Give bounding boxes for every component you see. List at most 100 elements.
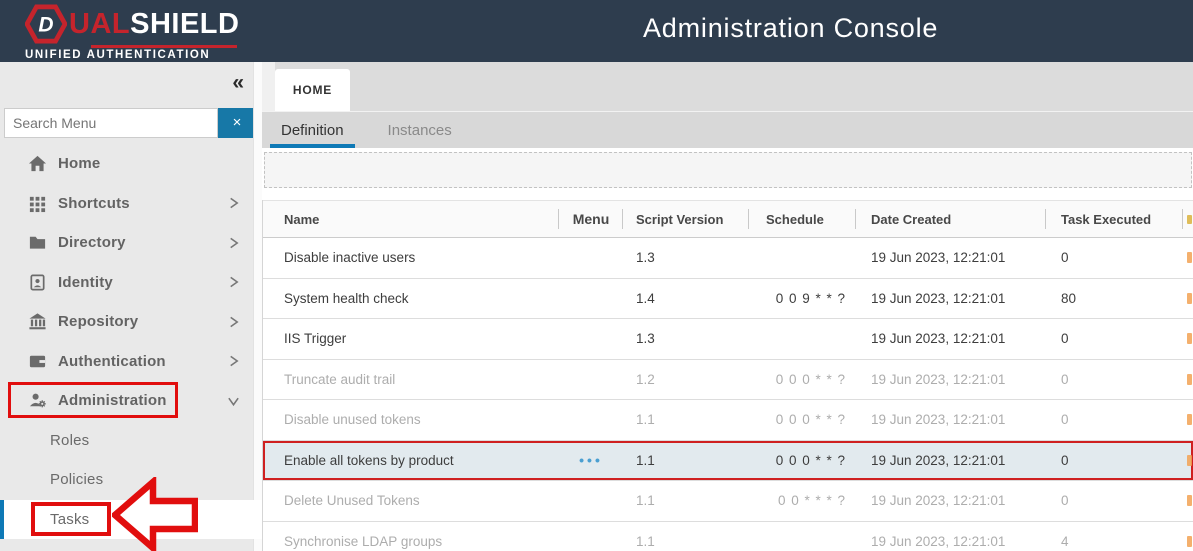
- sidebar: « × Home Shortcuts: [0, 62, 262, 551]
- tasks-table-body: Disable inactive users 1.3 19 Jun 2023, …: [263, 238, 1193, 551]
- tasks-table: Name Menu Script Version Schedule Date C…: [262, 200, 1193, 551]
- status-column-sliver: [1183, 400, 1193, 440]
- logo-hexagon-icon: D: [25, 4, 67, 44]
- sidebar-item-repository[interactable]: Repository: [0, 302, 262, 342]
- sidebar-item-label: Administration: [58, 392, 167, 409]
- script-version-cell: 1.1: [623, 400, 749, 440]
- sidebar-menu: Home Shortcuts Directory: [0, 138, 262, 539]
- sidebar-item-label: Home: [58, 155, 100, 172]
- task-name-cell: Truncate audit trail: [263, 360, 559, 400]
- sidebar-item-shortcuts[interactable]: Shortcuts: [0, 184, 262, 224]
- close-icon: ×: [233, 114, 242, 131]
- sidebar-item-label: Shortcuts: [58, 195, 130, 212]
- script-version-cell: 1.1: [623, 522, 749, 551]
- sidebar-item-directory[interactable]: Directory: [0, 223, 262, 263]
- table-row[interactable]: Delete Unused Tokens 1.1 0 0 * * * ? 19 …: [263, 481, 1193, 522]
- chevron-right-icon: [227, 315, 240, 328]
- task-name-cell: Disable inactive users: [263, 238, 559, 278]
- table-row[interactable]: Enable all tokens by product ••• 1.1 0 0…: [263, 441, 1193, 482]
- logo-subtitle: UNIFIED AUTHENTICATION: [25, 49, 240, 61]
- logo-hex-letter: D: [38, 14, 53, 37]
- script-version-cell: 1.3: [623, 238, 749, 278]
- date-created-cell: 19 Jun 2023, 12:21:01: [856, 400, 1046, 440]
- sidebar-item-tasks[interactable]: Tasks: [0, 500, 262, 540]
- schedule-cell: [749, 319, 856, 359]
- task-executed-cell: 0: [1046, 441, 1183, 481]
- schedule-cell: [749, 238, 856, 278]
- sidebar-item-roles[interactable]: Roles: [0, 421, 262, 461]
- search-input[interactable]: [4, 108, 218, 138]
- table-row[interactable]: Disable unused tokens 1.1 0 0 0 * * ? 19…: [263, 400, 1193, 441]
- sidebar-item-home[interactable]: Home: [0, 144, 262, 184]
- row-menu-dots[interactable]: [559, 319, 623, 359]
- status-column-sliver: [1183, 238, 1193, 278]
- page-title: Administration Console: [643, 13, 938, 44]
- date-created-cell: 19 Jun 2023, 12:21:01: [856, 360, 1046, 400]
- status-column-sliver: [1183, 319, 1193, 359]
- schedule-cell: 0 0 0 * * ?: [749, 360, 856, 400]
- table-row[interactable]: Disable inactive users 1.3 19 Jun 2023, …: [263, 238, 1193, 279]
- tab-home[interactable]: HOME: [275, 69, 350, 111]
- sidebar-item-authentication[interactable]: Authentication: [0, 342, 262, 382]
- status-column-sliver: [1183, 201, 1193, 237]
- script-version-cell: 1.1: [623, 441, 749, 481]
- date-created-cell: 19 Jun 2023, 12:21:01: [856, 441, 1046, 481]
- sidebar-item-policies[interactable]: Policies: [0, 460, 262, 500]
- schedule-cell: 0 0 0 * * ?: [749, 400, 856, 440]
- search-clear-button[interactable]: ×: [218, 108, 256, 138]
- sidebar-top-strip: «: [0, 62, 262, 108]
- sidebar-item-administration[interactable]: Administration: [0, 381, 262, 421]
- column-header-task-executed[interactable]: Task Executed: [1046, 201, 1183, 237]
- tasks-table-header: Name Menu Script Version Schedule Date C…: [263, 200, 1193, 238]
- grid-icon: [28, 194, 47, 213]
- table-row[interactable]: IIS Trigger 1.3 19 Jun 2023, 12:21:01 0: [263, 319, 1193, 360]
- column-header-name[interactable]: Name: [263, 201, 559, 237]
- tab-definition[interactable]: Definition: [270, 112, 355, 148]
- table-row[interactable]: Synchronise LDAP groups 1.1 19 Jun 2023,…: [263, 522, 1193, 551]
- script-version-cell: 1.1: [623, 481, 749, 521]
- row-menu-dots[interactable]: [559, 238, 623, 278]
- table-row[interactable]: System health check 1.4 0 0 9 * * ? 19 J…: [263, 279, 1193, 320]
- bank-icon: [28, 312, 47, 331]
- wallet-icon: [28, 352, 47, 371]
- window-tab-bar: HOME: [262, 62, 1193, 111]
- row-menu-dots[interactable]: [559, 279, 623, 319]
- sidebar-item-label: Policies: [50, 471, 103, 488]
- collapse-sidebar-icon[interactable]: «: [232, 72, 244, 93]
- task-name-cell: Synchronise LDAP groups: [263, 522, 559, 551]
- content-tab-bar: Definition Instances: [262, 111, 1193, 148]
- sidebar-item-label: Authentication: [58, 353, 166, 370]
- chevron-right-icon: [227, 355, 240, 368]
- task-executed-cell: 0: [1046, 481, 1183, 521]
- row-menu-dots[interactable]: •••: [559, 441, 623, 481]
- column-header-date-created[interactable]: Date Created: [856, 201, 1046, 237]
- date-created-cell: 19 Jun 2023, 12:21:01: [856, 319, 1046, 359]
- user-gear-icon: [28, 391, 47, 410]
- date-created-cell: 19 Jun 2023, 12:21:01: [856, 238, 1046, 278]
- task-executed-cell: 0: [1046, 360, 1183, 400]
- task-executed-cell: 0: [1046, 319, 1183, 359]
- date-created-cell: 19 Jun 2023, 12:21:01: [856, 522, 1046, 551]
- dualshield-logo: D UALSHIELD UNIFIED AUTHENTICATION: [25, 4, 240, 61]
- sidebar-item-label: Identity: [58, 274, 113, 291]
- table-row[interactable]: Truncate audit trail 1.2 0 0 0 * * ? 19 …: [263, 360, 1193, 401]
- task-name-cell: Delete Unused Tokens: [263, 481, 559, 521]
- column-header-script-version[interactable]: Script Version: [623, 201, 749, 237]
- row-menu-dots[interactable]: [559, 400, 623, 440]
- date-created-cell: 19 Jun 2023, 12:21:01: [856, 279, 1046, 319]
- chevron-right-icon: [227, 197, 240, 210]
- tab-instances[interactable]: Instances: [377, 112, 463, 148]
- row-menu-dots[interactable]: [559, 360, 623, 400]
- column-header-menu[interactable]: Menu: [559, 201, 623, 237]
- task-executed-cell: 4: [1046, 522, 1183, 551]
- id-card-icon: [28, 273, 47, 292]
- column-header-schedule[interactable]: Schedule: [749, 201, 856, 237]
- app-header: D UALSHIELD UNIFIED AUTHENTICATION Admin…: [0, 0, 1193, 62]
- sidebar-item-identity[interactable]: Identity: [0, 263, 262, 303]
- status-column-sliver: [1183, 481, 1193, 521]
- row-menu-dots[interactable]: [559, 522, 623, 551]
- task-executed-cell: 0: [1046, 400, 1183, 440]
- row-menu-dots[interactable]: [559, 481, 623, 521]
- home-icon: [28, 154, 47, 173]
- task-executed-cell: 80: [1046, 279, 1183, 319]
